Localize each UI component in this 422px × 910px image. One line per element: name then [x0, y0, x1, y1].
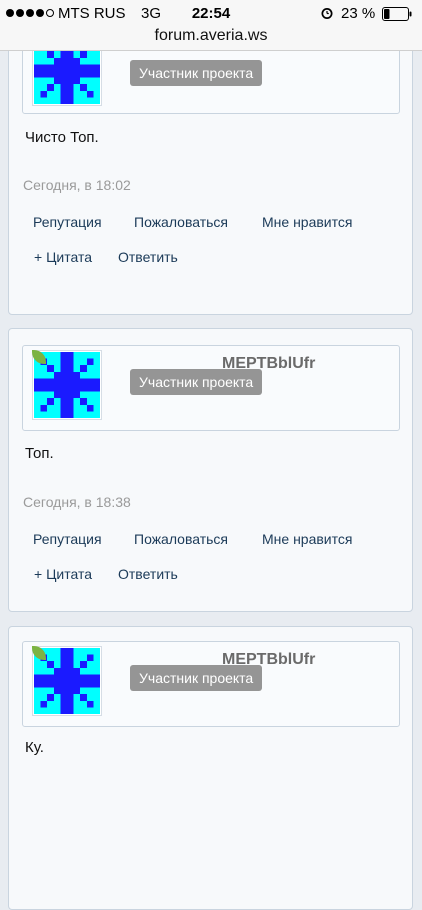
post-author-box: MEPTBblUfr Участник проекта	[22, 345, 400, 431]
rank-badge: Участник проекта	[130, 665, 263, 691]
forum-post: MEPTBblUfr Участник проекта Чисто Топ. С…	[8, 31, 413, 315]
post-text: Топ.	[25, 445, 54, 462]
reply-link[interactable]: Ответить	[118, 249, 178, 265]
reputation-link[interactable]: Репутация	[33, 214, 102, 230]
post-text: Ку.	[25, 739, 44, 756]
like-link[interactable]: Мне нравится	[262, 531, 352, 547]
forum-post: MEPTBblUfr Участник проекта Топ. Сегодня…	[8, 328, 413, 612]
report-link[interactable]: Пожаловаться	[134, 531, 228, 547]
url-bar[interactable]: forum.averia.ws	[0, 27, 422, 45]
report-link[interactable]: Пожаловаться	[134, 214, 228, 230]
alarm-clock-icon	[321, 8, 333, 19]
status-bar: MTS RUS 3G 22:54 23 % forum.averia.ws	[0, 0, 422, 51]
user-avatar[interactable]	[32, 646, 102, 716]
post-text: Чисто Топ.	[25, 129, 99, 146]
forum-post: MEPTBblUfr Участник проекта Ку.	[8, 626, 413, 910]
user-avatar[interactable]	[32, 350, 102, 420]
battery-percent: 23 %	[341, 5, 376, 22]
rank-badge: Участник проекта	[130, 369, 263, 395]
post-time[interactable]: Сегодня, в 18:02	[23, 177, 131, 193]
post-author-box: MEPTBblUfr Участник проекта	[22, 641, 400, 727]
battery-icon	[382, 7, 412, 21]
rank-badge: Участник проекта	[130, 60, 263, 86]
like-link[interactable]: Мне нравится	[262, 214, 352, 230]
quote-link[interactable]: + Цитата	[34, 249, 92, 265]
post-time[interactable]: Сегодня, в 18:38	[23, 494, 131, 510]
reply-link[interactable]: Ответить	[118, 566, 178, 582]
quote-link[interactable]: + Цитата	[34, 566, 92, 582]
reputation-link[interactable]: Репутация	[33, 531, 102, 547]
